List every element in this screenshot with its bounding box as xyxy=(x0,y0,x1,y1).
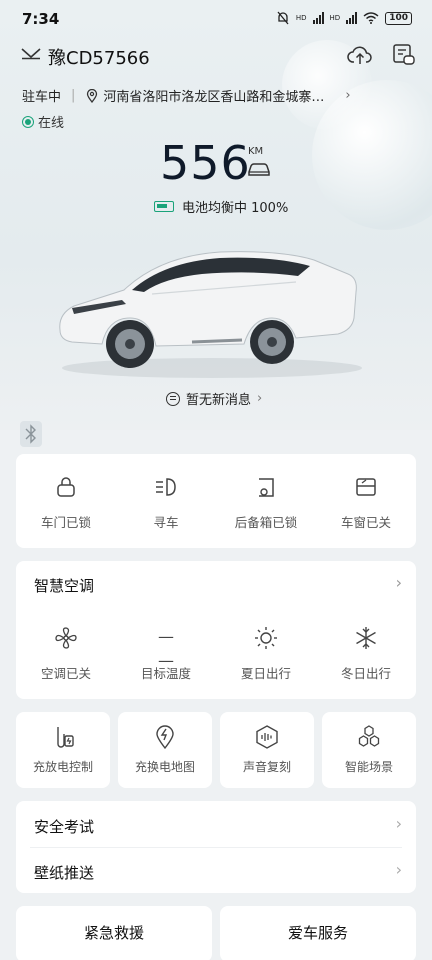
range-value: 556 xyxy=(160,136,251,190)
safety-exam-label: 安全考试 xyxy=(34,818,95,836)
charge-control-tile[interactable]: 充放电控制 xyxy=(16,712,110,788)
headlight-icon xyxy=(156,478,176,496)
chevron-right-icon: › xyxy=(257,391,263,406)
chevron-right-icon: › xyxy=(395,860,402,879)
online-dot-icon xyxy=(22,115,34,128)
battery-label: 电池均衡中 100% xyxy=(182,201,289,216)
chevron-down-icon[interactable] xyxy=(20,46,42,60)
vehicle-status-card: 车门已锁 寻车 后备箱已锁 车窗已关 xyxy=(16,454,416,548)
wallpaper-label: 壁纸推送 xyxy=(34,864,95,882)
clock: 7:34 xyxy=(22,10,60,28)
mute-bell-icon xyxy=(277,11,289,25)
charge-map-tile[interactable]: 充换电地图 xyxy=(118,712,212,788)
emergency-rescue-button[interactable]: 紧急救援 xyxy=(16,906,212,960)
charge-control-label: 充放电控制 xyxy=(32,760,93,774)
dash-icon: — — xyxy=(158,627,174,670)
chevron-right-icon: › xyxy=(345,88,351,103)
smart-scene-tile[interactable]: 智能场景 xyxy=(322,712,416,788)
trunk-tile[interactable]: 后备箱已锁 xyxy=(218,474,314,531)
safety-exam-item[interactable]: 安全考试 › xyxy=(16,801,416,847)
sound-wave-icon xyxy=(256,725,278,749)
status-bar: 7:34 HD HD 100 xyxy=(0,0,432,40)
location-row[interactable]: 驻车中 | 河南省洛阳市洛龙区香山路和金城寨街… › xyxy=(22,86,351,105)
chevron-right-icon: › xyxy=(395,573,402,592)
bluetooth-icon[interactable] xyxy=(20,421,42,447)
sound-clone-label: 声音复刻 xyxy=(242,760,291,774)
sound-clone-tile[interactable]: 声音复刻 xyxy=(220,712,314,788)
charge-map-icon xyxy=(156,725,174,750)
messages-label: 暂无新消息 xyxy=(186,393,252,408)
smart-climate-card[interactable]: 智慧空调 › 空调已关 — — 目标温度 夏日出行 冬日出行 xyxy=(16,561,416,699)
messages-link[interactable]: 暂无新消息 › xyxy=(166,389,262,408)
ac-toggle[interactable]: 空调已关 xyxy=(18,625,114,682)
online-label: 在线 xyxy=(38,116,65,131)
trunk-label: 后备箱已锁 xyxy=(234,515,298,530)
parking-address: 河南省洛阳市洛龙区香山路和金城寨街… xyxy=(103,90,336,105)
app-header: 豫CD57566 xyxy=(0,42,432,72)
winter-mode[interactable]: 冬日出行 xyxy=(318,625,414,682)
car-service-button[interactable]: 爱车服务 xyxy=(220,906,416,960)
car-outline-icon xyxy=(248,163,270,176)
message-icon xyxy=(166,391,180,406)
sun-icon xyxy=(255,627,277,649)
find-car-label: 寻车 xyxy=(153,515,179,530)
lock-icon xyxy=(57,477,75,497)
scene-hexagons-icon xyxy=(358,725,380,747)
snowflake-icon xyxy=(356,627,376,649)
fan-icon xyxy=(55,627,77,649)
target-temperature[interactable]: — — 目标温度 xyxy=(118,625,214,682)
battery-indicator: 100 xyxy=(385,11,412,25)
signal-icon xyxy=(346,12,358,24)
window-icon xyxy=(356,478,376,496)
charge-control-icon xyxy=(57,727,74,748)
signal-icon xyxy=(312,12,324,24)
summer-mode[interactable]: 夏日出行 xyxy=(218,625,314,682)
car-image[interactable] xyxy=(52,234,370,384)
divider: | xyxy=(71,88,76,103)
ac-label: 空调已关 xyxy=(40,666,91,681)
vehicle-plate[interactable]: 豫CD57566 xyxy=(48,44,150,70)
network-label-2: HD xyxy=(329,14,341,22)
location-pin-icon xyxy=(87,88,98,103)
status-icons: HD HD 100 xyxy=(276,11,412,25)
summer-label: 夏日出行 xyxy=(240,666,291,681)
window-label: 车窗已关 xyxy=(340,515,391,530)
wifi-icon xyxy=(363,12,379,24)
chevron-right-icon: › xyxy=(395,814,402,833)
door-lock-label: 车门已锁 xyxy=(40,515,91,530)
cloud-upload-icon[interactable] xyxy=(347,42,373,68)
battery-icon xyxy=(154,201,174,212)
door-lock-tile[interactable]: 车门已锁 xyxy=(18,474,114,531)
climate-title: 智慧空调 xyxy=(34,577,95,595)
window-tile[interactable]: 车窗已关 xyxy=(318,474,414,531)
find-car-tile[interactable]: 寻车 xyxy=(118,474,214,531)
battery-status: 电池均衡中 100% xyxy=(154,197,288,216)
winter-label: 冬日出行 xyxy=(340,666,391,681)
charge-map-label: 充换电地图 xyxy=(134,760,195,774)
parking-status: 驻车中 xyxy=(22,90,62,105)
settings-list: 安全考试 › 壁纸推送 › xyxy=(16,801,416,893)
message-box-icon[interactable] xyxy=(391,42,417,68)
trunk-icon xyxy=(259,478,274,497)
smart-scene-label: 智能场景 xyxy=(344,760,393,774)
range-unit: KM xyxy=(248,146,264,157)
network-label-1: HD xyxy=(295,14,307,22)
target-temp-label: 目标温度 xyxy=(140,666,191,681)
wallpaper-item[interactable]: 壁纸推送 › xyxy=(16,847,416,893)
online-status: 在线 xyxy=(22,112,64,131)
